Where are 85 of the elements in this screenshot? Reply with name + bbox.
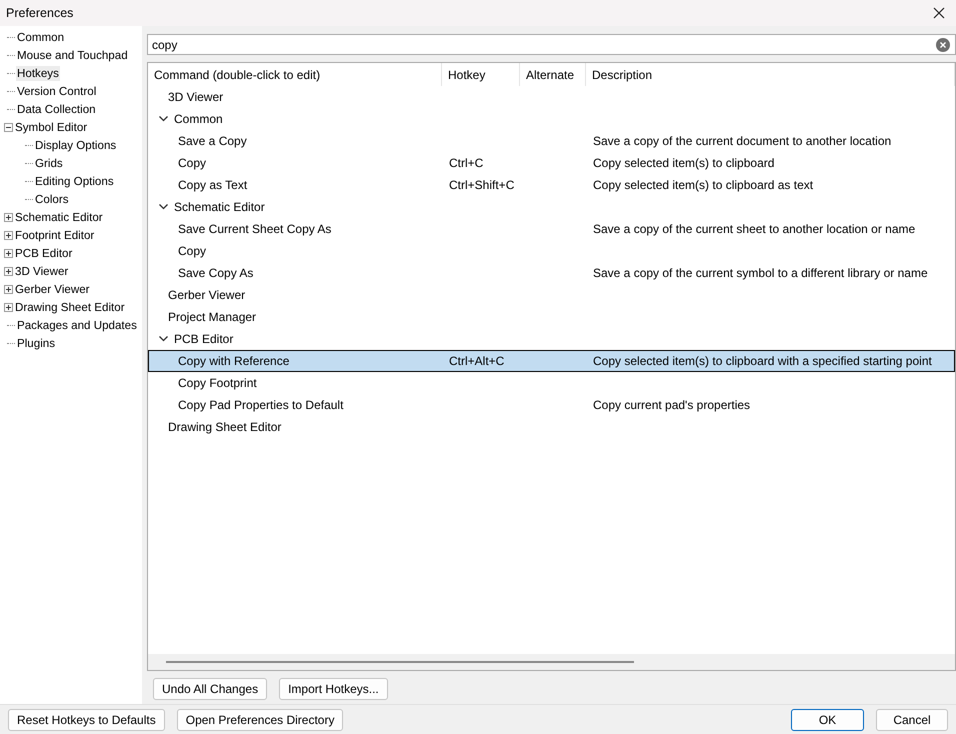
command-text: Save Copy As [178,266,254,280]
table-row[interactable]: Copy Footprint [148,372,955,394]
command-text: Copy [178,244,206,258]
sidebar-item[interactable]: Common [16,30,66,44]
command-text: Project Manager [168,310,256,324]
sidebar-item[interactable]: Gerber Viewer [14,282,91,296]
sidebar-item[interactable]: Data Collection [16,102,97,116]
sidebar-item[interactable]: Symbol Editor [14,120,88,134]
column-header[interactable]: Command (double-click to edit) [148,63,442,86]
table-row[interactable]: 3D Viewer [148,86,955,108]
column-header[interactable]: Hotkey [442,63,520,86]
command-text: Copy with Reference [178,354,290,368]
command-text: 3D Viewer [168,90,224,104]
cancel-button[interactable]: Cancel [876,709,948,731]
sidebar-item[interactable]: Version Control [16,84,98,98]
scrollbar-thumb[interactable] [166,661,634,663]
sidebar-item[interactable]: PCB Editor [14,246,74,260]
table-row[interactable]: Copy with Reference Ctrl+Alt+C Copy selected item(s) to clipboard with a specified starting point [148,350,955,372]
sidebar-item[interactable]: Display Options [34,138,118,152]
table-row[interactable]: Copy Pad Properties to Default Copy current pad's properties [148,394,955,416]
table-row[interactable]: Gerber Viewer [148,284,955,306]
column-header[interactable]: Alternate [520,63,586,86]
table-row[interactable]: PCB Editor [148,328,955,350]
command-text: Gerber Viewer [168,288,246,302]
expand-icon[interactable] [4,212,13,222]
description-text: Copy selected item(s) to clipboard with a specified starting point [593,354,932,368]
close-icon[interactable] [932,6,946,20]
sidebar-item[interactable]: Mouse and Touchpad [16,48,129,62]
command-text: Save a Copy [178,134,247,148]
sidebar-item[interactable]: Grids [34,156,64,170]
description-text: Copy current pad's properties [593,398,750,412]
sidebar-item[interactable]: Plugins [16,336,56,350]
description-text: Save a copy of the current sheet to another location or name [593,222,916,236]
table-row[interactable]: Drawing Sheet Editor [148,416,955,438]
description-text: Save a copy of the current document to another location [593,134,892,148]
clear-icon[interactable] [936,38,950,52]
panel-button[interactable]: Undo All Changes [153,678,268,700]
sidebar-item[interactable]: Colors [34,192,70,206]
column-header[interactable]: Description [586,63,955,86]
sidebar-item[interactable]: 3D Viewer [14,264,70,278]
command-text: Copy Pad Properties to Default [178,398,344,412]
command-text: Copy Footprint [178,376,257,390]
collapse-icon[interactable] [4,122,13,132]
sidebar-item[interactable]: Drawing Sheet Editor [14,300,126,314]
command-text: Schematic Editor [174,200,265,214]
panel-button[interactable]: Import Hotkeys... [279,678,388,700]
command-text: Common [174,112,223,126]
hotkey-text: Ctrl+C [449,156,484,170]
footer-button[interactable]: Reset Hotkeys to Defaults [8,709,165,731]
table-row[interactable]: Project Manager [148,306,955,328]
table-row[interactable]: Copy [148,240,955,262]
table-row[interactable]: Schematic Editor [148,196,955,218]
chevron-down-icon[interactable] [159,116,168,122]
command-text: Copy as Text [178,178,248,192]
expand-icon[interactable] [4,230,13,240]
expand-icon[interactable] [4,266,13,276]
window-title: Preferences [6,6,74,20]
chevron-down-icon[interactable] [159,204,168,210]
hotkey-text: Ctrl+Shift+C [449,178,514,192]
table-row[interactable]: Save Copy As Save a copy of the current symbol to a different library or name [148,262,955,284]
command-text: Drawing Sheet Editor [168,420,282,434]
table-row[interactable]: Save Current Sheet Copy As Save a copy of the current sheet to another location or name [148,218,955,240]
command-text: Save Current Sheet Copy As [178,222,332,236]
sidebar-item[interactable]: Packages and Updates [16,318,138,332]
description-text: Save a copy of the current symbol to a different library or name [593,266,928,280]
command-text: PCB Editor [174,332,234,346]
chevron-down-icon[interactable] [159,336,168,342]
hotkey-text: Ctrl+Alt+C [449,354,504,368]
table-row[interactable]: Copy Ctrl+C Copy selected item(s) to clipboard [148,152,955,174]
sidebar-item[interactable]: Editing Options [34,174,115,188]
expand-icon[interactable] [4,284,13,294]
description-text: Copy selected item(s) to clipboard as text [593,178,814,192]
description-text: Copy selected item(s) to clipboard [593,156,774,170]
expand-icon[interactable] [4,248,13,258]
sidebar-item[interactable]: Footprint Editor [14,228,96,242]
expand-icon[interactable] [4,302,13,312]
table-row[interactable]: Copy as Text Ctrl+Shift+C Copy selected item(s) to clipboard as text [148,174,955,196]
sidebar-item[interactable]: Hotkeys [16,66,60,80]
table-row[interactable]: Save a Copy Save a copy of the current document to another location [148,130,955,152]
ok-button[interactable]: OK [791,709,864,731]
sidebar-item[interactable]: Schematic Editor [14,210,104,224]
footer-button[interactable]: Open Preferences Directory [176,709,344,731]
table-row[interactable]: Common [148,108,955,130]
search-field[interactable]: copy [147,34,956,55]
command-text: Copy [178,156,206,170]
